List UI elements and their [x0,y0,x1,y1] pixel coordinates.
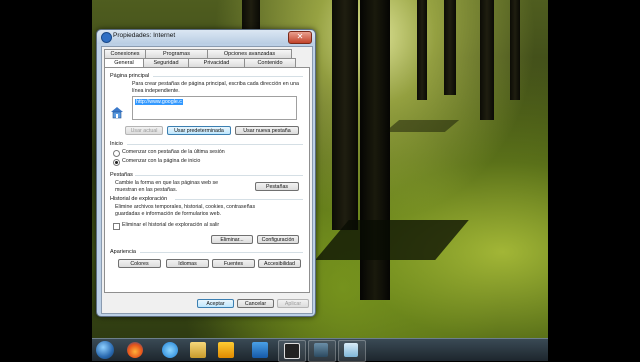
close-button[interactable]: ✕ [288,31,312,44]
use-default-button[interactable]: Usar predeterminada [167,126,231,135]
fonts-button[interactable]: Fuentes [212,259,255,268]
control-panel-app-icon [344,343,358,357]
startup-home-page-label: Comenzar con la página de inicio [122,158,201,164]
dialog-title: Propiedades: Internet [113,32,176,39]
cancel-button[interactable]: Cancelar [237,299,274,308]
history-section-label: Historial de exploración [110,196,168,202]
outlook-icon[interactable] [252,342,268,358]
internet-properties-dialog: Propiedades: Internet ✕ Conexiones Progr… [96,29,316,317]
languages-button[interactable]: Idiomas [166,259,209,268]
history-settings-button[interactable]: Configuración [257,235,299,244]
tab-security[interactable]: Seguridad [143,58,189,67]
tree-trunk [417,0,427,100]
home-house-icon [111,107,123,119]
right-black-bar [548,0,640,360]
delete-history-button[interactable]: Eliminar... [211,235,253,244]
tree-trunk [480,0,494,120]
startup-last-session-label: Comenzar con pestañas de la última sesió… [122,149,225,155]
section-divider [135,175,303,176]
use-current-button[interactable]: Usar actual [125,126,163,135]
tree-trunk [444,0,456,95]
internet-globe-icon [101,32,112,43]
tabs-settings-button[interactable]: Pestañas [255,182,299,191]
control-panel-app-slot[interactable] [338,340,366,362]
taskbar [92,338,548,362]
file-explorer-icon[interactable] [190,342,206,358]
apply-button[interactable]: Aplicar [277,299,309,308]
delete-history-on-exit-checkbox[interactable] [113,223,120,230]
dialog-content: Conexiones Programas Opciones avanzadas … [101,46,313,314]
tree-shadow [384,120,460,132]
image-app-slot[interactable] [308,340,336,362]
tab-row-top: Conexiones Programas Opciones avanzadas [104,49,292,58]
ok-button[interactable]: Aceptar [197,299,234,308]
colors-button[interactable]: Colores [118,259,161,268]
tab-content[interactable]: Contenido [244,58,296,67]
home-description: Para crear pestañas de página principal,… [132,81,299,94]
left-black-bar [0,0,92,360]
tab-connections[interactable]: Conexiones [104,49,146,58]
media-player-icon[interactable] [218,342,234,358]
appearance-section-label: Apariencia [110,249,136,255]
home-url-value: http://www.google.c [135,99,183,105]
tree-trunk [332,0,358,230]
tree-trunk [510,0,520,100]
home-section-label: Página principal [110,73,150,79]
section-divider [140,252,303,253]
windows-start-icon[interactable] [96,341,114,359]
home-url-textarea[interactable]: http://www.google.c [132,96,297,120]
firefox-icon[interactable] [127,342,143,358]
internet-explorer-icon[interactable] [162,342,178,358]
tab-programs[interactable]: Programas [145,49,208,58]
startup-home-page-radio[interactable] [113,159,120,166]
tab-advanced[interactable]: Opciones avanzadas [207,49,292,58]
tab-privacy[interactable]: Privacidad [188,58,245,67]
delete-history-on-exit-label: Eliminar el historial de exploración al … [122,222,220,228]
image-app-icon [314,343,328,357]
film-app-slot[interactable] [278,340,306,362]
section-divider [127,144,303,145]
startup-section-label: Inicio [110,141,123,147]
tabs-description: Cambie la forma en que las páginas web s… [115,180,219,193]
tabs-section-label: Pestañas [110,172,133,178]
history-description: Elimine archivos temporales, historial, … [115,204,256,217]
section-divider [175,199,303,200]
tab-row-bottom: General Seguridad Privacidad Contenido [104,58,296,68]
startup-last-session-radio[interactable] [113,150,120,157]
use-new-tab-button[interactable]: Usar nueva pestaña [235,126,299,135]
general-tab-page: Página principal Para crear pestañas de … [104,67,310,293]
dialog-titlebar[interactable]: Propiedades: Internet ✕ [97,30,315,44]
section-divider [153,76,303,77]
accessibility-button[interactable]: Accesibilidad [258,259,301,268]
film-app-icon [284,343,300,359]
